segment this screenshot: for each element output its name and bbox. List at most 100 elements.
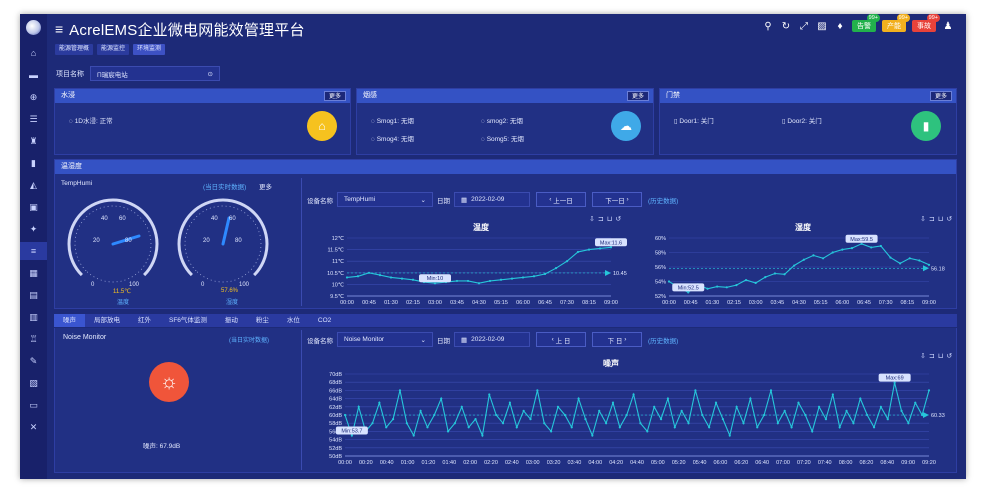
shirt-icon[interactable]: ♦ xyxy=(834,21,846,32)
fullscreen-icon[interactable]: ⤢ xyxy=(798,21,810,32)
logo-icon xyxy=(26,20,41,35)
breadcrumb-item-overview[interactable]: 能源管理概 xyxy=(55,44,94,55)
y-tick-label: 11℃ xyxy=(332,259,345,265)
data-point xyxy=(812,254,815,257)
screen-icon[interactable]: ▣ xyxy=(20,198,47,216)
data-point xyxy=(385,426,388,429)
grid-icon[interactable]: ▦ xyxy=(20,264,47,282)
x-tick-label: 02:15 xyxy=(406,300,420,306)
temphumi-next-day-button[interactable]: 下一日 › xyxy=(592,192,642,207)
home-icon[interactable]: ⌂ xyxy=(20,44,47,62)
production-badge-button[interactable]: 产能 99+ xyxy=(882,14,910,32)
user-icon[interactable]: ♟ xyxy=(942,21,954,32)
data-point xyxy=(680,409,683,412)
monitor-icon[interactable]: ▬ xyxy=(20,66,47,84)
noise-controls: 设备名称 Noise Monitor ⌄ 日期 ▦ 2022-02-09 ‹ 上… xyxy=(307,332,678,347)
temphumi-device-select[interactable]: TempHumi ⌄ xyxy=(337,192,433,207)
temperature-chart-toolbox[interactable]: ⇩⊐⊔↺ xyxy=(589,215,624,223)
temphumi-prev-day-button[interactable]: ‹ 上一日 xyxy=(536,192,586,207)
noise-next-day-button[interactable]: 下 日 › xyxy=(592,332,642,347)
calendar-icon[interactable]: ▥ xyxy=(20,308,47,326)
tab-water-level[interactable]: 水位 xyxy=(278,314,309,327)
door-item-status: 关门 xyxy=(808,118,822,125)
project-picker-icon[interactable]: ⊙ xyxy=(208,70,213,78)
water-panel-title: 水浸 xyxy=(61,92,75,99)
data-point xyxy=(378,274,382,277)
noise-device-label: 设备名称 xyxy=(307,337,333,345)
x-tick-label: 06:40 xyxy=(755,460,769,466)
gauges: 0 100 20 80 40 60 0 100 20 80 40 60 xyxy=(67,198,269,290)
x-tick-label: 07:00 xyxy=(776,460,790,466)
data-point xyxy=(411,278,415,281)
temphumi-more-link[interactable]: 更多 xyxy=(259,181,272,191)
menu-icon[interactable]: ≡ xyxy=(55,21,63,37)
image-icon[interactable]: ▨ xyxy=(816,21,828,32)
project-label: 项目名称 xyxy=(56,70,84,78)
accident-badge-button[interactable]: 事故 99+ xyxy=(912,14,940,32)
data-point xyxy=(584,418,587,421)
tab-noise[interactable]: 噪声 xyxy=(54,314,85,327)
data-point xyxy=(460,405,463,408)
temphumi-date-input[interactable]: ▦ 2022-02-09 xyxy=(454,192,530,207)
tab-infrared[interactable]: 红外 xyxy=(129,314,160,327)
data-point xyxy=(870,246,873,249)
data-point xyxy=(350,434,353,437)
bulb-icon[interactable]: ✦ xyxy=(20,220,47,238)
temperature-gauge-value: 11.5℃ xyxy=(113,289,131,295)
noise-icon: ☼ xyxy=(149,362,189,402)
tab-co2[interactable]: CO2 xyxy=(309,314,340,327)
data-point xyxy=(611,401,615,404)
document-icon[interactable]: ▭ xyxy=(20,396,47,414)
tab-sf6[interactable]: SF6气体监测 xyxy=(160,314,216,327)
list-icon[interactable]: ☰ xyxy=(20,110,47,128)
breadcrumb-item-environment[interactable]: 环境监测 xyxy=(133,44,166,55)
calendar-icon: ▦ xyxy=(461,336,468,344)
svg-text:60: 60 xyxy=(229,216,236,222)
tower-icon[interactable]: ♜ xyxy=(20,132,47,150)
alarm-badge-count: 99+ xyxy=(866,14,880,22)
line-chart-icon[interactable]: ◭ xyxy=(20,176,47,194)
data-point xyxy=(453,422,457,425)
door-more-button[interactable]: 更多 xyxy=(929,91,952,101)
edit-icon[interactable]: ✎ xyxy=(20,352,47,370)
noise-chart-toolbox[interactable]: ⇩⊐⊔↺ xyxy=(920,352,955,360)
tab-vibration[interactable]: 振动 xyxy=(216,314,247,327)
data-point xyxy=(495,413,498,417)
temperature-chart: 12℃11.5℃11℃10.5℃10℃9.5℃00:00 00:45 01:30 02… xyxy=(327,236,627,306)
power-icon[interactable]: ⊕ xyxy=(20,88,47,106)
data-point xyxy=(488,279,492,283)
tab-partial-discharge[interactable]: 局部放电 xyxy=(85,314,129,327)
y-tick-label: 12℃ xyxy=(332,236,345,242)
water-item: ◌ 1D水浸: 正常 xyxy=(69,118,113,125)
building-icon[interactable]: ♖ xyxy=(20,330,47,348)
noise-realtime-link[interactable]: (当日实时数据) xyxy=(229,335,269,344)
environment-icon[interactable]: ≡ xyxy=(20,242,47,260)
sidebar: ⌂ ▬ ⊕ ☰ ♜ ▮ ◭ ▣ ✦ ≡ ▦ ▤ ▥ ♖ ✎ ▧ ▭ ✕ xyxy=(20,14,47,479)
report-icon[interactable]: ▧ xyxy=(20,374,47,392)
noise-date-input[interactable]: ▦ 2022-02-09 xyxy=(454,332,530,347)
x-tick-label: 02:40 xyxy=(505,460,519,466)
temperature-gauge-label: 温度 xyxy=(117,300,130,306)
bar-chart-icon[interactable]: ▮ xyxy=(20,154,47,172)
temphumi-device-value: TempHumi xyxy=(344,196,376,203)
x-tick-label: 05:00 xyxy=(651,460,665,466)
water-more-button[interactable]: 更多 xyxy=(323,91,346,101)
data-point xyxy=(783,273,786,276)
project-input[interactable]: Π瑞宸电站 ⊙ xyxy=(90,66,220,81)
humidity-chart-toolbox[interactable]: ⇩⊐⊔↺ xyxy=(920,215,955,223)
breadcrumb-item-energy-monitor[interactable]: 能源监控 xyxy=(97,44,130,55)
search-icon[interactable]: ⚲ xyxy=(762,21,774,32)
noise-device-select[interactable]: Noise Monitor ⌄ xyxy=(337,332,433,347)
noise-prev-day-button[interactable]: ‹ 上 日 xyxy=(536,332,586,347)
temphumi-history-link[interactable]: (历史数据) xyxy=(648,195,678,205)
alarm-badge-button[interactable]: 告警 99+ xyxy=(852,14,880,32)
tools-icon[interactable]: ✕ xyxy=(20,418,47,436)
tab-dust[interactable]: 粉尘 xyxy=(247,314,278,327)
data-point xyxy=(706,287,709,290)
refresh-icon[interactable]: ↻ xyxy=(780,21,792,32)
temphumi-realtime-link[interactable]: (当日实时数据) xyxy=(203,181,246,191)
noise-history-link[interactable]: (历史数据) xyxy=(648,335,678,345)
table-icon[interactable]: ▤ xyxy=(20,286,47,304)
smoke-more-button[interactable]: 更多 xyxy=(626,91,649,101)
x-tick-label: 07:20 xyxy=(797,460,811,466)
